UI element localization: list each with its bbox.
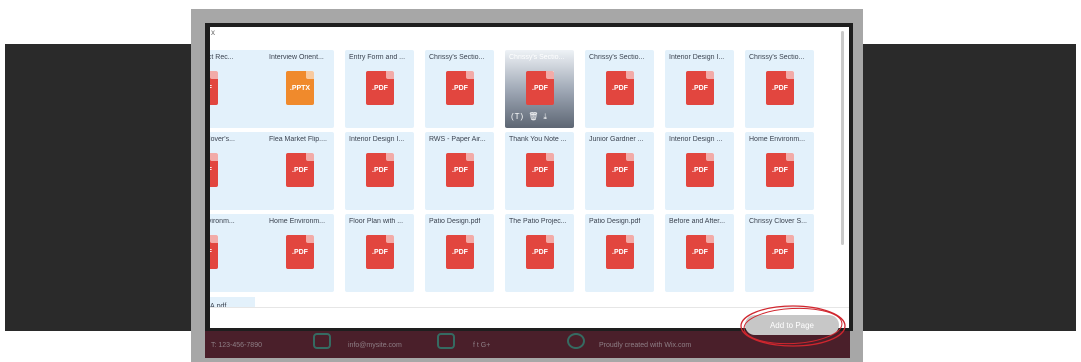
tile-actions: (T) 🗑 ⤓: [511, 112, 552, 122]
pdf-file-icon: .PDF: [446, 235, 474, 269]
file-tile[interactable]: Clover's... .PDF: [210, 132, 269, 210]
file-tile[interactable]: RWS - Paper Air... .PDF: [425, 132, 494, 210]
pdf-file-icon: .PDF: [766, 153, 794, 187]
pdf-file-icon: .PDF: [686, 235, 714, 269]
file-name: Chrissy Clover S...: [749, 218, 807, 225]
file-tile[interactable]: Junior Gardner ... .PDF: [585, 132, 654, 210]
file-tile[interactable]: Flea Market Flip.... .PDF: [265, 132, 334, 210]
trash-icon[interactable]: 🗑: [528, 112, 539, 121]
file-name: Before and After...: [669, 218, 726, 225]
file-tile[interactable]: Interior Design I... .PDF: [665, 50, 734, 128]
file-tile[interactable]: Interior Design ... .PDF: [665, 132, 734, 210]
file-grid: ect Rec... .PDF Interview Orient... .PPTX En…: [210, 27, 840, 307]
file-tile[interactable]: Chrissy's Sectio... .PDF: [425, 50, 494, 128]
scrollbar[interactable]: [841, 31, 844, 245]
file-tile[interactable]: Chrissy's Sectio... .PDF (T) 🗑 ⤓: [505, 50, 574, 128]
pdf-file-icon: .PDF: [446, 71, 474, 105]
pdf-file-icon: .PDF: [526, 235, 554, 269]
file-name: Entry Form and ...: [349, 54, 406, 61]
pdf-file-icon: .PDF: [366, 235, 394, 269]
file-tile[interactable]: Interview Orient... .PPTX: [265, 50, 334, 128]
file-tile[interactable]: nvironm... .PDF: [210, 214, 269, 292]
file-tile[interactable]: Floor Plan with ... .PDF: [345, 214, 414, 292]
file-name: Chrissy's Sectio...: [749, 54, 805, 61]
add-to-page-button[interactable]: Add to Page: [745, 315, 839, 335]
file-tile[interactable]: Thank You Note ... .PDF: [505, 132, 574, 210]
file-name: Floor Plan with ...: [349, 218, 404, 225]
pdf-file-icon: .PDF: [766, 71, 794, 105]
footer-credit: Proudly created with Wix.com: [599, 342, 692, 349]
footer-phone: T: 123-456-7890: [211, 342, 262, 349]
pdf-file-icon: .PDF: [606, 153, 634, 187]
file-name: Thank You Note ...: [509, 136, 567, 143]
pdf-file-icon: .PDF: [766, 235, 794, 269]
media-manager-dialog: x ect Rec....PDFInterview Orient....PPTX…: [210, 27, 849, 328]
file-name: Chrissy's Sectio...: [509, 54, 565, 61]
file-name: Interior Design ...: [669, 136, 723, 143]
rename-icon[interactable]: (T): [511, 112, 524, 121]
pdf-file-icon: .PDF: [286, 235, 314, 269]
file-name: Interior Design I...: [669, 54, 725, 61]
file-name: Home Environm...: [269, 218, 326, 225]
file-name: The Patio Projec...: [509, 218, 567, 225]
file-tile[interactable]: Chrissy's Sectio... .PDF: [585, 50, 654, 128]
pdf-file-icon: .PDF: [210, 71, 218, 105]
file-tile[interactable]: Entry Form and ... .PDF: [345, 50, 414, 128]
file-name: ect Rec...: [210, 54, 234, 61]
pdf-file-icon: .PDF: [606, 71, 634, 105]
file-tile[interactable]: Interior Design I... .PDF: [345, 132, 414, 210]
download-icon[interactable]: ⤓: [543, 112, 548, 121]
file-tile[interactable]: Before and After... .PDF: [665, 214, 734, 292]
file-tile[interactable]: Home Environm... .PDF: [745, 132, 814, 210]
pdf-file-icon: .PDF: [686, 71, 714, 105]
file-tile[interactable]: Chrissy's Sectio... .PDF: [745, 50, 814, 128]
pdf-file-icon: .PDF: [526, 71, 554, 105]
file-tile[interactable]: Patio Design.pdf .PDF: [585, 214, 654, 292]
copyright-icon: [567, 333, 585, 349]
file-name: Junior Gardner ...: [589, 136, 644, 143]
pdf-file-icon: .PDF: [210, 153, 218, 187]
pdf-file-icon: .PDF: [366, 153, 394, 187]
file-tile[interactable]: Patio Design.pdf .PDF: [425, 214, 494, 292]
file-tile[interactable]: The Patio Projec... .PDF: [505, 214, 574, 292]
file-name: Flea Market Flip....: [269, 136, 327, 143]
file-tile[interactable]: Chrissy Clover S... .PDF: [745, 214, 814, 292]
pdf-file-icon: .PDF: [210, 235, 218, 269]
footer-email[interactable]: info@mysite.com: [348, 342, 402, 349]
file-name: Chrissy's Sectio...: [589, 54, 645, 61]
pdf-file-icon: .PDF: [606, 235, 634, 269]
pptx-file-icon: .PPTX: [286, 71, 314, 105]
file-name: Interview Orient...: [269, 54, 324, 61]
plus-icon: [437, 333, 455, 349]
file-name: Patio Design.pdf: [589, 218, 641, 225]
file-name: nvironm...: [210, 218, 235, 225]
pdf-file-icon: .PDF: [286, 153, 314, 187]
pdf-file-icon: .PDF: [686, 153, 714, 187]
pdf-file-icon: .PDF: [526, 153, 554, 187]
mail-icon: [313, 333, 331, 349]
file-name: RWS - Paper Air...: [429, 136, 486, 143]
file-name: Clover's...: [210, 136, 235, 143]
file-name: Home Environm...: [749, 136, 806, 143]
file-tile[interactable]: ect Rec... .PDF: [210, 50, 269, 128]
file-name: Patio Design.pdf: [429, 218, 481, 225]
file-name: Interior Design I...: [349, 136, 405, 143]
pdf-file-icon: .PDF: [366, 71, 394, 105]
pdf-file-icon: .PDF: [446, 153, 474, 187]
file-tile[interactable]: Home Environm... .PDF: [265, 214, 334, 292]
file-name: Chrissy's Sectio...: [429, 54, 485, 61]
footer-social-icons[interactable]: f t G+: [473, 342, 490, 349]
